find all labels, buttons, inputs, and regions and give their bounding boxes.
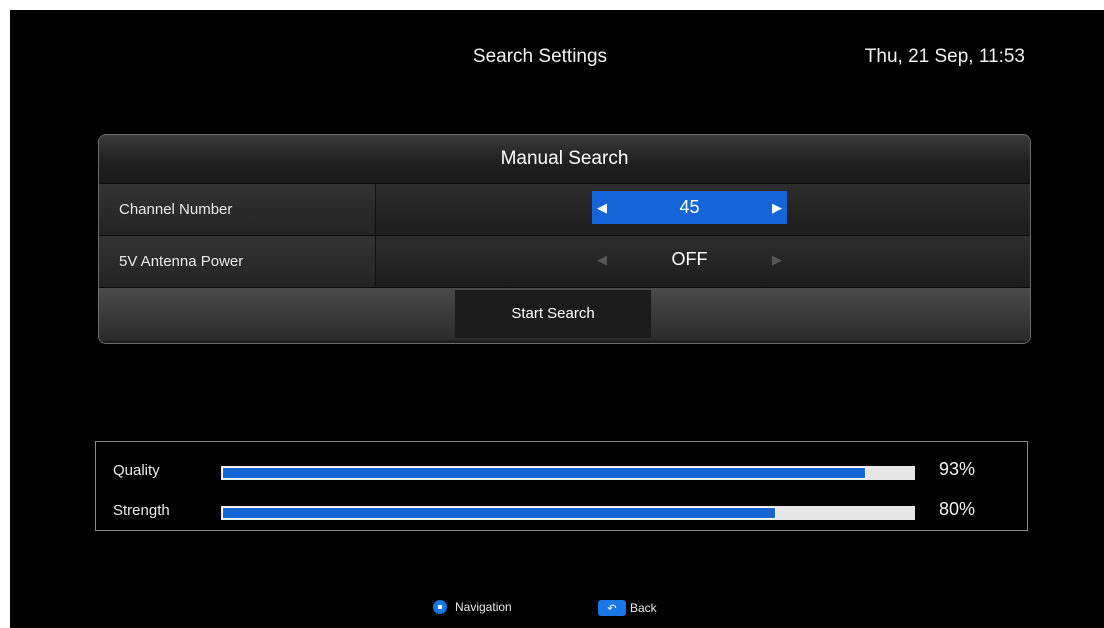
clock: Thu, 21 Sep, 11:53 [864, 46, 1025, 67]
quality-row: Quality 93% [96, 456, 1027, 486]
back-label: Back [630, 601, 657, 615]
manual-search-panel: Manual Search Channel Number ◀ 45 ▶ 5V A… [98, 134, 1031, 344]
action-row: Start Search [99, 288, 1030, 341]
strength-bar [221, 506, 915, 520]
navigation-label: Navigation [455, 600, 512, 614]
antenna-power-row[interactable]: 5V Antenna Power ◀ OFF ▶ [99, 236, 1030, 288]
panel-title: Manual Search [99, 135, 1030, 184]
start-search-button[interactable]: Start Search [455, 290, 651, 338]
quality-bar-fill [222, 467, 866, 479]
antenna-power-value: OFF [671, 249, 708, 269]
quality-value: 93% [939, 459, 976, 479]
channel-number-value: 45 [679, 197, 700, 217]
antenna-power-label: 5V Antenna Power [99, 236, 376, 287]
page-title-text: Search Settings [472, 46, 608, 67]
antenna-power-selector[interactable]: ◀ OFF ▶ [592, 243, 787, 276]
back-hint[interactable]: ↶ Back [598, 600, 657, 616]
back-return-icon[interactable]: ↶ [598, 600, 626, 616]
arrow-left-icon[interactable]: ◀ [592, 243, 612, 276]
quality-bar [221, 466, 915, 480]
channel-number-row[interactable]: Channel Number ◀ 45 ▶ [99, 184, 1030, 236]
signal-panel: Quality 93% Strength 80% [95, 441, 1028, 531]
strength-value: 80% [939, 499, 976, 519]
arrow-right-icon[interactable]: ▶ [767, 191, 787, 224]
channel-number-selector[interactable]: ◀ 45 ▶ [592, 191, 787, 224]
arrow-right-icon[interactable]: ▶ [767, 243, 787, 276]
quality-label: Quality [113, 462, 160, 479]
arrow-left-icon[interactable]: ◀ [592, 191, 612, 224]
strength-bar-fill [222, 507, 776, 519]
strength-row: Strength 80% [96, 496, 1027, 526]
navigation-hint: Navigation [433, 600, 512, 614]
navigation-dpad-icon [433, 600, 447, 614]
tv-screen: Search Settings Thu, 21 Sep, 11:53 Manua… [10, 10, 1104, 628]
footer-hints: Navigation ↶ Back [10, 600, 1104, 620]
strength-label: Strength [113, 502, 170, 519]
channel-number-label: Channel Number [99, 184, 376, 235]
